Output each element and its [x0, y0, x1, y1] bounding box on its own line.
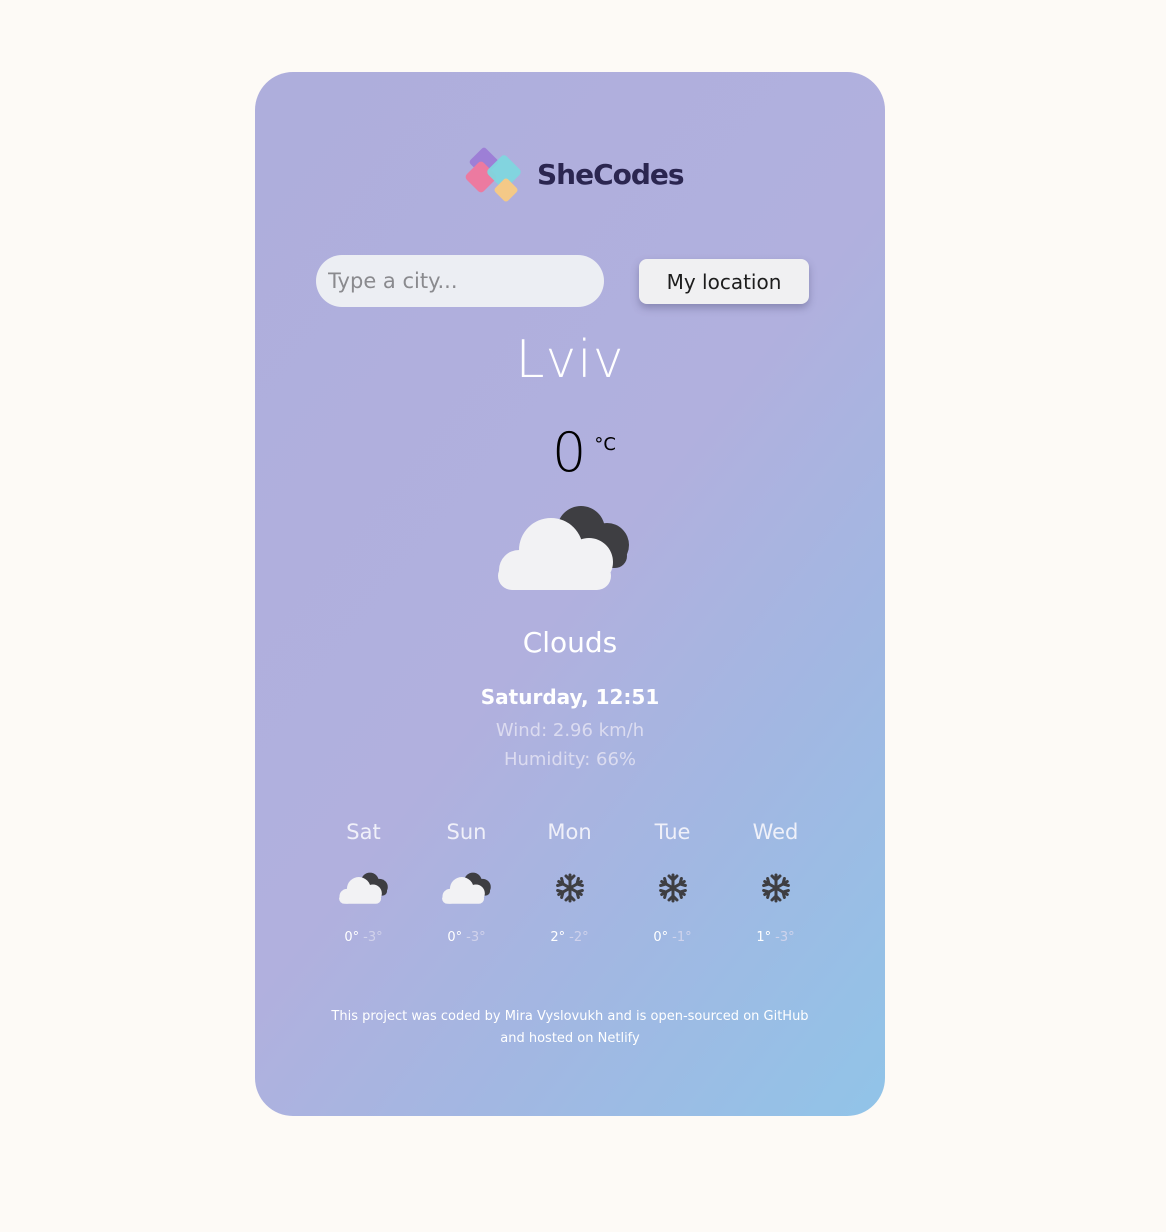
forecast-min: -1° [672, 930, 692, 945]
forecast-day-name: Sat [346, 820, 381, 844]
temperature-unit: °C [594, 434, 616, 455]
netlify-link[interactable]: Netlify [598, 1031, 640, 1046]
forecast-day: Mon 2° -2° [518, 820, 621, 945]
forecast-temps: 1° -3° [724, 930, 827, 945]
cloudy-icon [415, 858, 518, 918]
footer-text: and is [603, 1009, 651, 1024]
shecodes-logo-icon [465, 147, 521, 202]
github-link[interactable]: open-sourced on GitHub [651, 1009, 809, 1024]
forecast-max: 1° [756, 930, 772, 945]
forecast-day-name: Wed [752, 820, 799, 844]
forecast-temps: 0° -3° [312, 930, 415, 945]
temperature-value: 0 [552, 421, 587, 484]
cloudy-icon [495, 500, 635, 599]
forecast-day: Sun 0° -3° [415, 820, 518, 945]
forecast-min: -3° [775, 930, 795, 945]
my-location-button[interactable]: My location [639, 259, 809, 304]
shecodes-logo: SheCodes [465, 144, 685, 204]
forecast-day-name: Mon [547, 820, 592, 844]
forecast-max: 0° [447, 930, 463, 945]
date-time: Saturday, 12:51 [480, 685, 660, 709]
forecast-min: -3° [466, 930, 486, 945]
footer: This project was coded by Mira Vyslovukh… [255, 1006, 885, 1050]
forecast-min: -2° [569, 930, 589, 945]
forecast-temps: 0° -3° [415, 930, 518, 945]
forecast-max: 2° [550, 930, 566, 945]
forecast: Sat 0° -3° Sun 0° -3° Mon 2° -2° Tue 0° … [312, 820, 827, 945]
city-name: Lviv [515, 330, 625, 390]
forecast-temps: 0° -1° [621, 930, 724, 945]
snowflake-icon [724, 858, 827, 918]
forecast-min: -3° [363, 930, 383, 945]
footer-text: and hosted on [500, 1031, 598, 1046]
forecast-max: 0° [344, 930, 360, 945]
city-search-input[interactable] [316, 255, 604, 307]
snowflake-icon [621, 858, 724, 918]
cloudy-icon [312, 858, 415, 918]
forecast-day: Wed 1° -3° [724, 820, 827, 945]
wind-speed: Wind: 2.96 km/h [495, 720, 645, 741]
forecast-day-name: Tue [654, 820, 691, 844]
current-temperature: 0 °C [552, 418, 616, 488]
author-link[interactable]: Mira Vyslovukh [505, 1009, 604, 1024]
forecast-day-name: Sun [446, 820, 487, 844]
forecast-temps: 2° -2° [518, 930, 621, 945]
forecast-day: Sat 0° -3° [312, 820, 415, 945]
humidity: Humidity: 66% [503, 749, 637, 770]
weather-description: Clouds [522, 626, 618, 659]
forecast-max: 0° [653, 930, 669, 945]
brand-name: SheCodes [537, 157, 685, 191]
snowflake-icon [518, 858, 621, 918]
forecast-day: Tue 0° -1° [621, 820, 724, 945]
footer-text: This project was coded by [331, 1009, 505, 1024]
